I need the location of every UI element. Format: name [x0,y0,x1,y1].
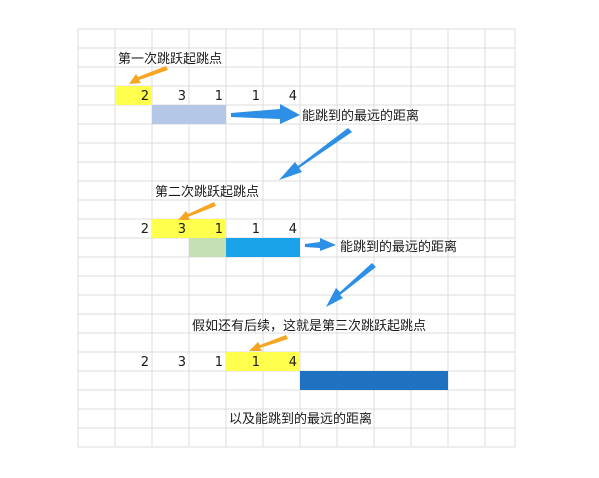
reach-bar-2a [189,238,226,257]
third-jump-label: 假如还有后续，这就是第三次跳跃起跳点 [192,318,426,334]
array-value: 1 [215,89,223,104]
array-value: 1 [215,222,223,237]
orange-arrow-3 [249,335,288,351]
array-value: 4 [289,222,297,237]
array-value: 1 [252,222,260,237]
array-value: 2 [141,222,149,237]
array-value: 1 [215,355,223,370]
array-value: 2 [141,89,149,104]
jump-game-diagram: 2 3 1 1 4 第一次跳跃起跳点 能跳到的最远的距离 第二次跳跃起跳点 2 … [77,28,516,448]
reach-bar-1 [152,105,226,124]
blue-arrow-right-2 [305,238,336,251]
array-value: 3 [178,355,186,370]
array-value: 3 [178,222,186,237]
reach-bar-3 [300,371,448,390]
blue-arrow-diag-2 [326,263,376,307]
orange-arrow-2 [178,202,216,220]
farthest-label-2: 能跳到的最远的距离 [340,239,457,255]
array-value: 1 [252,355,260,370]
farthest-label-1: 能跳到的最远的距离 [302,108,419,124]
array-value: 3 [178,89,186,104]
farthest-label-3: 以及能跳到的最远的距离 [229,411,372,427]
array-value: 4 [289,355,297,370]
array-value: 4 [289,89,297,104]
reach-bar-2b [226,238,300,257]
blue-arrow-right-1 [231,104,300,124]
first-jump-label: 第一次跳跃起跳点 [118,51,222,67]
array-value: 2 [141,355,149,370]
array-value: 1 [252,89,260,104]
second-jump-label: 第二次跳跃起跳点 [155,184,259,200]
orange-arrow-1 [129,66,168,84]
blue-arrow-diag-1 [279,128,352,180]
